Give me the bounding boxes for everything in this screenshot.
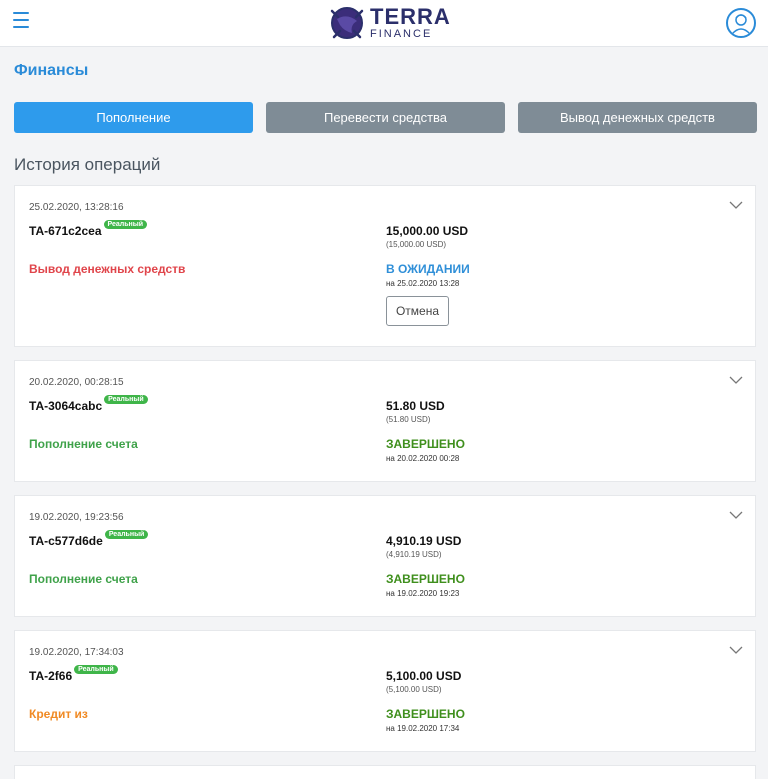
transaction-id-text: TA-c577d6de: [29, 534, 103, 548]
transaction-amount-sub: (4,910.19 USD): [386, 550, 442, 559]
transaction-type: Кредит из: [29, 707, 88, 721]
transfer-funds-button[interactable]: Перевести средства: [266, 102, 505, 133]
transaction-card: 25.02.2020, 13:28:16 TA-671c2cea Реальный…: [14, 185, 756, 347]
logo-title: TERRA: [370, 4, 451, 29]
chevron-down-icon[interactable]: [729, 200, 743, 210]
top-header: TERRA FINANCE: [0, 0, 768, 47]
cancel-button[interactable]: Отмена: [386, 296, 449, 326]
transaction-id: TA-c577d6de Реальный: [29, 530, 149, 548]
status-date: на 20.02.2020 00:28: [386, 454, 460, 463]
page-title: Финансы: [14, 62, 89, 79]
account-type-badge: Реальный: [103, 220, 148, 229]
transaction-id: TA-671c2cea Реальный: [29, 220, 148, 238]
transaction-date: 20.02.2020, 00:28:15: [29, 377, 124, 388]
transaction-date: 25.02.2020, 13:28:16: [29, 202, 124, 213]
transaction-status: ЗАВЕРШЕНО: [386, 707, 465, 721]
transaction-amount-sub: (51.80 USD): [386, 415, 431, 424]
transaction-card: 19.02.2020, 17:34:03 TA-2f66 Реальный Кре…: [14, 630, 756, 752]
chevron-down-icon[interactable]: [729, 510, 743, 520]
user-avatar-icon[interactable]: [726, 8, 756, 38]
transaction-amount: 15,000.00 USD: [386, 224, 469, 238]
chevron-down-icon[interactable]: [729, 645, 743, 655]
transaction-type: Вывод денежных средств: [29, 262, 186, 276]
transaction-id: TA-3064cabc Реальный: [29, 395, 148, 413]
transaction-amount: 4,910.19 USD: [386, 534, 462, 548]
status-date: на 25.02.2020 13:28: [386, 279, 460, 288]
logo-subtitle: FINANCE: [370, 28, 433, 40]
transaction-date: 19.02.2020, 17:34:03: [29, 647, 124, 658]
transaction-card: 20.02.2020, 00:28:15 TA-3064cabc Реальный…: [14, 360, 756, 482]
deposit-button[interactable]: Пополнение: [14, 102, 253, 133]
account-type-badge: Реальный: [74, 665, 118, 674]
transaction-amount: 5,100.00 USD: [386, 669, 462, 683]
transaction-type: Пополнение счета: [29, 572, 138, 586]
transaction-status: В ОЖИДАНИИ: [386, 262, 470, 276]
transaction-id-text: TA-2f66: [29, 669, 73, 683]
transaction-date: 19.02.2020, 19:23:56: [29, 512, 124, 523]
transaction-amount-sub: (5,100.00 USD): [386, 685, 442, 694]
account-type-badge: Реальный: [104, 530, 149, 539]
chevron-down-icon[interactable]: [729, 375, 743, 385]
transaction-status: ЗАВЕРШЕНО: [386, 437, 465, 451]
transaction-card: 19.02.2020, 19:23:56 TA-c577d6de Реальный…: [14, 495, 756, 617]
status-date: на 19.02.2020 17:34: [386, 724, 460, 733]
transaction-amount: 51.80 USD: [386, 399, 445, 413]
history-title: История операций: [14, 155, 161, 174]
transaction-id-text: TA-3064cabc: [29, 399, 103, 413]
account-type-badge: Реальный: [104, 395, 148, 404]
transaction-id: TA-2f66 Реальный: [29, 665, 118, 683]
status-date: на 19.02.2020 19:23: [386, 589, 460, 598]
transaction-status: ЗАВЕРШЕНО: [386, 572, 465, 586]
logo-globe-icon: [330, 7, 364, 39]
terra-finance-logo[interactable]: TERRA FINANCE: [328, 2, 451, 44]
transaction-amount-sub: (15,000.00 USD): [386, 240, 447, 249]
transaction-type: Пополнение счета: [29, 437, 138, 451]
transaction-id-text: TA-671c2cea: [29, 224, 102, 238]
transaction-card-partial: [14, 765, 756, 779]
withdraw-funds-button[interactable]: Вывод денежных средств: [518, 102, 757, 133]
hamburger-menu-icon[interactable]: [13, 12, 29, 32]
